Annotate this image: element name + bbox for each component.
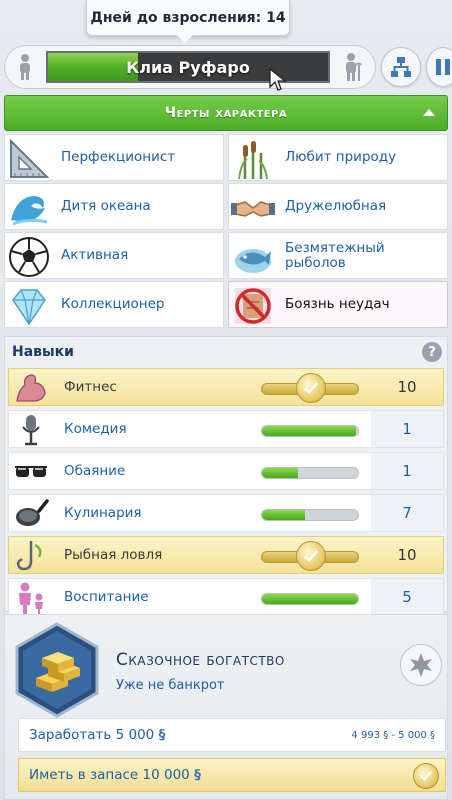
- trait-label: Коллекционер: [61, 296, 165, 312]
- ruler-triangle-icon: [10, 138, 50, 178]
- skill-row-comedy[interactable]: Комедия 1: [8, 410, 444, 448]
- aspiration-title: Сказочное богатство: [116, 650, 285, 670]
- skill-maxed-check-icon: [296, 541, 326, 571]
- goal-label: Заработать 5 000 §: [29, 727, 166, 743]
- trait-loves-outdoors[interactable]: Любит природу: [228, 134, 448, 181]
- cattails-icon: [238, 141, 268, 180]
- mouse-cursor-icon: [269, 67, 287, 91]
- family-tree-icon: [391, 57, 411, 77]
- elder-stage-icon: [338, 50, 368, 84]
- trait-label: Активная: [61, 247, 129, 263]
- skill-level: 7: [371, 495, 443, 531]
- skill-progress-fill: [262, 510, 306, 520]
- flexed-arm-icon: [16, 374, 46, 402]
- trait-child-of-ocean[interactable]: Дитя океана: [4, 183, 224, 230]
- trait-serene-angler[interactable]: Безмятежный рыболов: [228, 232, 448, 279]
- trait-label: Боязнь неудач: [285, 296, 390, 312]
- fish-icon: [235, 249, 271, 273]
- skill-progress-fill: [262, 468, 299, 478]
- skill-row-fitness[interactable]: Фитнес 10: [8, 368, 444, 406]
- skill-label: Воспитание: [64, 589, 149, 605]
- skill-level: 10: [397, 378, 417, 396]
- skill-progress-bar: [261, 467, 359, 479]
- pause-icon: [436, 59, 450, 75]
- skill-progress-bar: [261, 509, 359, 521]
- traits-section-toggle[interactable]: Черты характера: [4, 95, 448, 131]
- skill-row-charisma[interactable]: Обаяние 1: [8, 452, 444, 490]
- microphone-icon: [22, 415, 40, 446]
- traits-title: Черты характера: [164, 105, 288, 121]
- trait-friendly[interactable]: Дружелюбная: [228, 183, 448, 230]
- aspiration-goal-earn[interactable]: Заработать 5 000 § 4 993 § - 5 000 §: [18, 718, 446, 752]
- skill-label: Обаяние: [64, 463, 126, 479]
- skill-level: 10: [397, 546, 417, 564]
- skill-progress-fill: [262, 426, 357, 436]
- trait-active[interactable]: Активная: [4, 232, 224, 279]
- aspiration-milestone: Уже не банкрот: [116, 678, 225, 693]
- no-fail-icon: [235, 288, 271, 324]
- star-burst-icon: [410, 653, 432, 677]
- trait-label: Любит природу: [285, 149, 397, 165]
- skill-label: Кулинария: [64, 505, 142, 521]
- fishing-hook-icon: [16, 541, 42, 571]
- skill-progress-bar: [261, 425, 359, 437]
- handshake-icon: [231, 201, 275, 217]
- trait-label: Дитя океана: [61, 198, 151, 214]
- sunglasses-icon: [15, 466, 47, 477]
- parenting-icon: [19, 582, 43, 614]
- goal-complete-check-icon: [413, 763, 439, 789]
- skill-label: Комедия: [64, 421, 127, 437]
- skill-progress-bar: [261, 593, 359, 605]
- change-aspiration-button[interactable]: [400, 644, 442, 686]
- trait-label: Безмятежный рыболов: [285, 239, 385, 271]
- skill-label: Фитнес: [64, 379, 117, 395]
- trait-perfectionist[interactable]: Перфекционист: [4, 134, 224, 181]
- aspiration-goal-savings[interactable]: Иметь в запасе 10 000 §: [18, 758, 446, 792]
- soccer-ball-icon: [9, 237, 49, 277]
- pause-button[interactable]: [426, 47, 452, 87]
- skill-maxed-check-icon: [296, 373, 326, 403]
- collapse-arrow-icon: [423, 109, 435, 116]
- trait-fear-of-failure[interactable]: Боязнь неудач: [228, 281, 448, 328]
- help-icon[interactable]: ?: [422, 342, 442, 362]
- skill-row-parenting[interactable]: Воспитание 5: [8, 578, 444, 616]
- frying-pan-icon: [16, 499, 49, 526]
- trait-label: Дружелюбная: [285, 198, 387, 214]
- crystal-icon: [12, 289, 46, 326]
- skill-level: 5: [371, 579, 443, 615]
- skill-progress-fill: [262, 594, 358, 604]
- trait-label: Перфекционист: [61, 149, 176, 165]
- skill-label: Рыбная ловля: [64, 547, 163, 563]
- skill-level: 1: [371, 411, 443, 447]
- skill-row-fishing[interactable]: Рыбная ловля 10: [8, 536, 444, 574]
- skills-title: Навыки: [12, 344, 74, 360]
- gold-bars-icon[interactable]: [14, 622, 100, 718]
- wave-icon: [11, 196, 48, 226]
- goal-label: Иметь в запасе 10 000 §: [29, 767, 201, 783]
- goal-progress: 4 993 § - 5 000 §: [351, 729, 435, 741]
- age-tooltip: Дней до взросления: 14: [86, 0, 290, 43]
- family-tree-button[interactable]: [381, 47, 421, 87]
- trait-collector[interactable]: Коллекционер: [4, 281, 224, 328]
- child-stage-icon: [10, 50, 40, 84]
- skill-row-cooking[interactable]: Кулинария 7: [8, 494, 444, 532]
- skill-level: 1: [371, 453, 443, 489]
